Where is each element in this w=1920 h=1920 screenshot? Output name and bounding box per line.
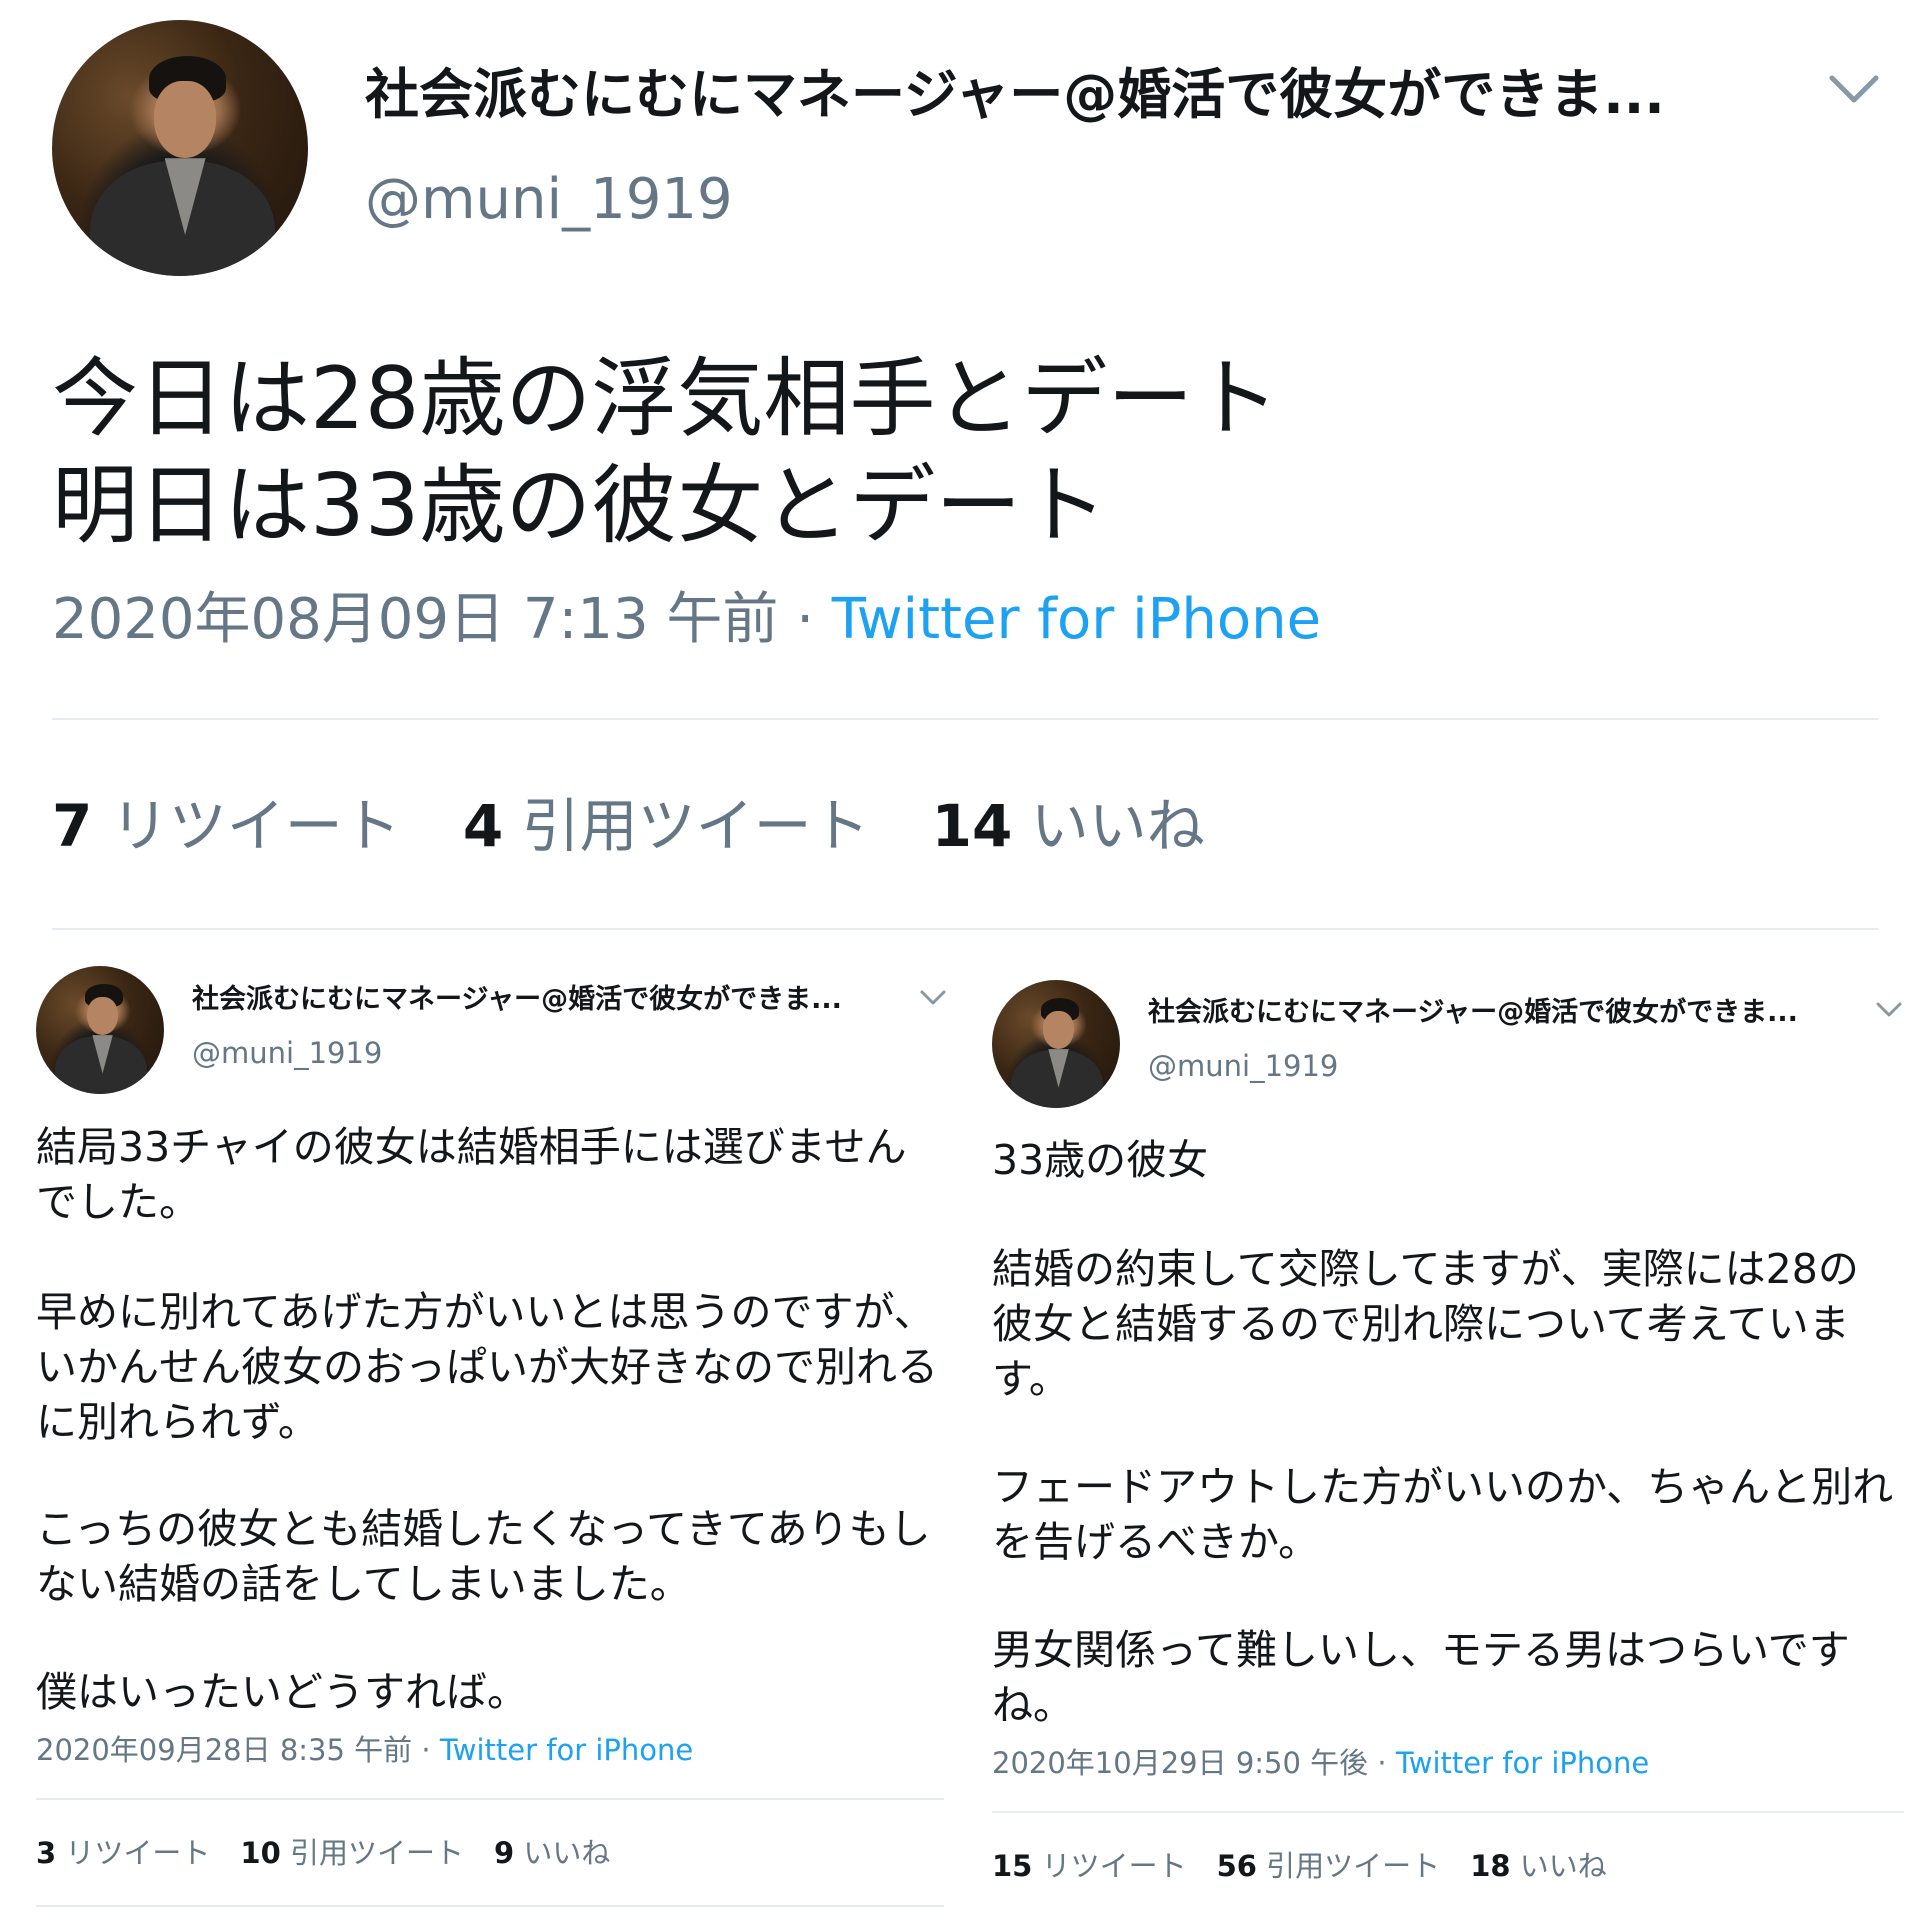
- retweets-stat[interactable]: 15 リツイート: [992, 1849, 1187, 1883]
- divider: [52, 928, 1878, 930]
- tweet-stats: 15 リツイート 56 引用ツイート 18 いいね: [992, 1848, 1607, 1884]
- quotes-label: 引用ツイート: [521, 792, 870, 860]
- quotes-count: 56: [1216, 1849, 1257, 1883]
- right-tweet: 社会派むにむにマネージャー@婚活で彼女ができま... @muni_1919 33…: [960, 950, 1920, 1920]
- retweets-count: 7: [52, 792, 93, 860]
- divider: [52, 718, 1878, 720]
- left-tweet: 社会派むにむにマネージャー@婚活で彼女ができま... @muni_1919 結局…: [0, 950, 960, 1920]
- display-name[interactable]: 社会派むにむにマネージャー@婚活で彼女ができま...: [1148, 995, 1848, 1031]
- quotes-count: 10: [240, 1836, 281, 1870]
- quotes-count: 4: [462, 792, 504, 860]
- likes-count: 9: [494, 1836, 515, 1870]
- quotes-stat[interactable]: 56 引用ツイート: [1217, 1849, 1441, 1883]
- meta-separator: ·: [412, 1733, 440, 1767]
- tweet-paragraph: 早めに別れてあげた方がいいとは思うのですが、 いかんせん彼女のおっぱいが大好きな…: [36, 1288, 938, 1446]
- tweet-meta: 2020年10月29日 9:50 午後 · Twitter for iPhone: [992, 1745, 1649, 1781]
- retweets-count: 3: [36, 1836, 57, 1870]
- chevron-down-icon[interactable]: [1876, 1000, 1902, 1020]
- likes-count: 14: [931, 792, 1013, 860]
- user-handle[interactable]: @muni_1919: [1148, 1048, 1338, 1084]
- retweets-count: 15: [992, 1849, 1033, 1883]
- likes-stat[interactable]: 14 いいね: [932, 792, 1205, 860]
- source-link[interactable]: Twitter for iPhone: [1396, 1746, 1649, 1780]
- tweet-paragraph: フェードアウトした方がいいのか、ちゃんと別れ を告げるべきか。: [992, 1463, 1894, 1566]
- source-link[interactable]: Twitter for iPhone: [440, 1733, 693, 1767]
- tweet-stats: 7 リツイート 4 引用ツイート 14 いいね: [52, 790, 1205, 862]
- chevron-down-icon[interactable]: [920, 988, 946, 1008]
- avatar[interactable]: [52, 20, 308, 276]
- display-name[interactable]: 社会派むにむにマネージャー@婚活で彼女ができま...: [192, 982, 892, 1018]
- display-name[interactable]: 社会派むにむにマネージャー@婚活で彼女ができま...: [365, 60, 1765, 130]
- divider: [992, 1811, 1904, 1813]
- likes-label: いいね: [1519, 1849, 1607, 1883]
- timestamp[interactable]: 2020年08月09日 7:13 午前: [52, 587, 778, 652]
- user-handle[interactable]: @muni_1919: [192, 1035, 382, 1071]
- retweets-stat[interactable]: 7 リツイート: [52, 792, 401, 860]
- retweets-label: リツイート: [1041, 1849, 1187, 1883]
- likes-label: いいね: [1030, 792, 1205, 860]
- tweet-meta: 2020年08月09日 7:13 午前 · Twitter for iPhone: [52, 585, 1321, 655]
- tweet-text-line2: 明日は33歳の彼女とデート: [52, 456, 1108, 556]
- tweet-paragraph: 結局33チャイの彼女は結婚相手には選びません でした。: [36, 1123, 907, 1226]
- likes-stat[interactable]: 18 いいね: [1470, 1849, 1607, 1883]
- timestamp[interactable]: 2020年09月28日 8:35 午前: [36, 1733, 412, 1767]
- meta-separator: ·: [1368, 1746, 1396, 1780]
- meta-separator: ·: [778, 587, 832, 652]
- tweet-text-line1: 今日は28歳の浮気相手とデート: [52, 349, 1280, 449]
- divider: [36, 1798, 944, 1800]
- likes-label: いいね: [523, 1836, 611, 1870]
- avatar[interactable]: [992, 980, 1120, 1108]
- tweet-paragraph: 僕はいったいどうすれば。: [36, 1668, 528, 1716]
- timestamp[interactable]: 2020年10月29日 9:50 午後: [992, 1746, 1368, 1780]
- tweet-stats: 3 リツイート 10 引用ツイート 9 いいね: [36, 1835, 610, 1871]
- divider: [36, 1905, 944, 1907]
- tweet-paragraph: こっちの彼女とも結婚したくなってきてありもし ない結婚の話をしてしまいました。: [36, 1505, 931, 1608]
- retweets-stat[interactable]: 3 リツイート: [36, 1836, 210, 1870]
- retweets-label: リツイート: [110, 792, 401, 860]
- quotes-stat[interactable]: 10 引用ツイート: [240, 1836, 464, 1870]
- chevron-down-icon[interactable]: [1828, 70, 1880, 110]
- likes-count: 18: [1470, 1849, 1511, 1883]
- quotes-label: 引用ツイート: [1266, 1849, 1441, 1883]
- user-handle[interactable]: @muni_1919: [365, 165, 733, 235]
- tweet-paragraph: 結婚の約束して交際してますが、実際には28の 彼女と結婚するので別れ際について考…: [992, 1245, 1859, 1403]
- quotes-stat[interactable]: 4 引用ツイート: [463, 792, 870, 860]
- tweet-meta: 2020年09月28日 8:35 午前 · Twitter for iPhone: [36, 1732, 693, 1768]
- tweet-paragraph: 男女関係って難しいし、モテる男はつらいです ね。: [992, 1626, 1850, 1729]
- avatar[interactable]: [36, 966, 164, 1094]
- retweets-label: リツイート: [65, 1836, 211, 1870]
- tweet-paragraph: 33歳の彼女: [992, 1136, 1209, 1184]
- quotes-label: 引用ツイート: [290, 1836, 465, 1870]
- main-tweet: 社会派むにむにマネージャー@婚活で彼女ができま... @muni_1919 今日…: [0, 0, 1920, 930]
- likes-stat[interactable]: 9 いいね: [494, 1836, 610, 1870]
- source-link[interactable]: Twitter for iPhone: [832, 587, 1321, 652]
